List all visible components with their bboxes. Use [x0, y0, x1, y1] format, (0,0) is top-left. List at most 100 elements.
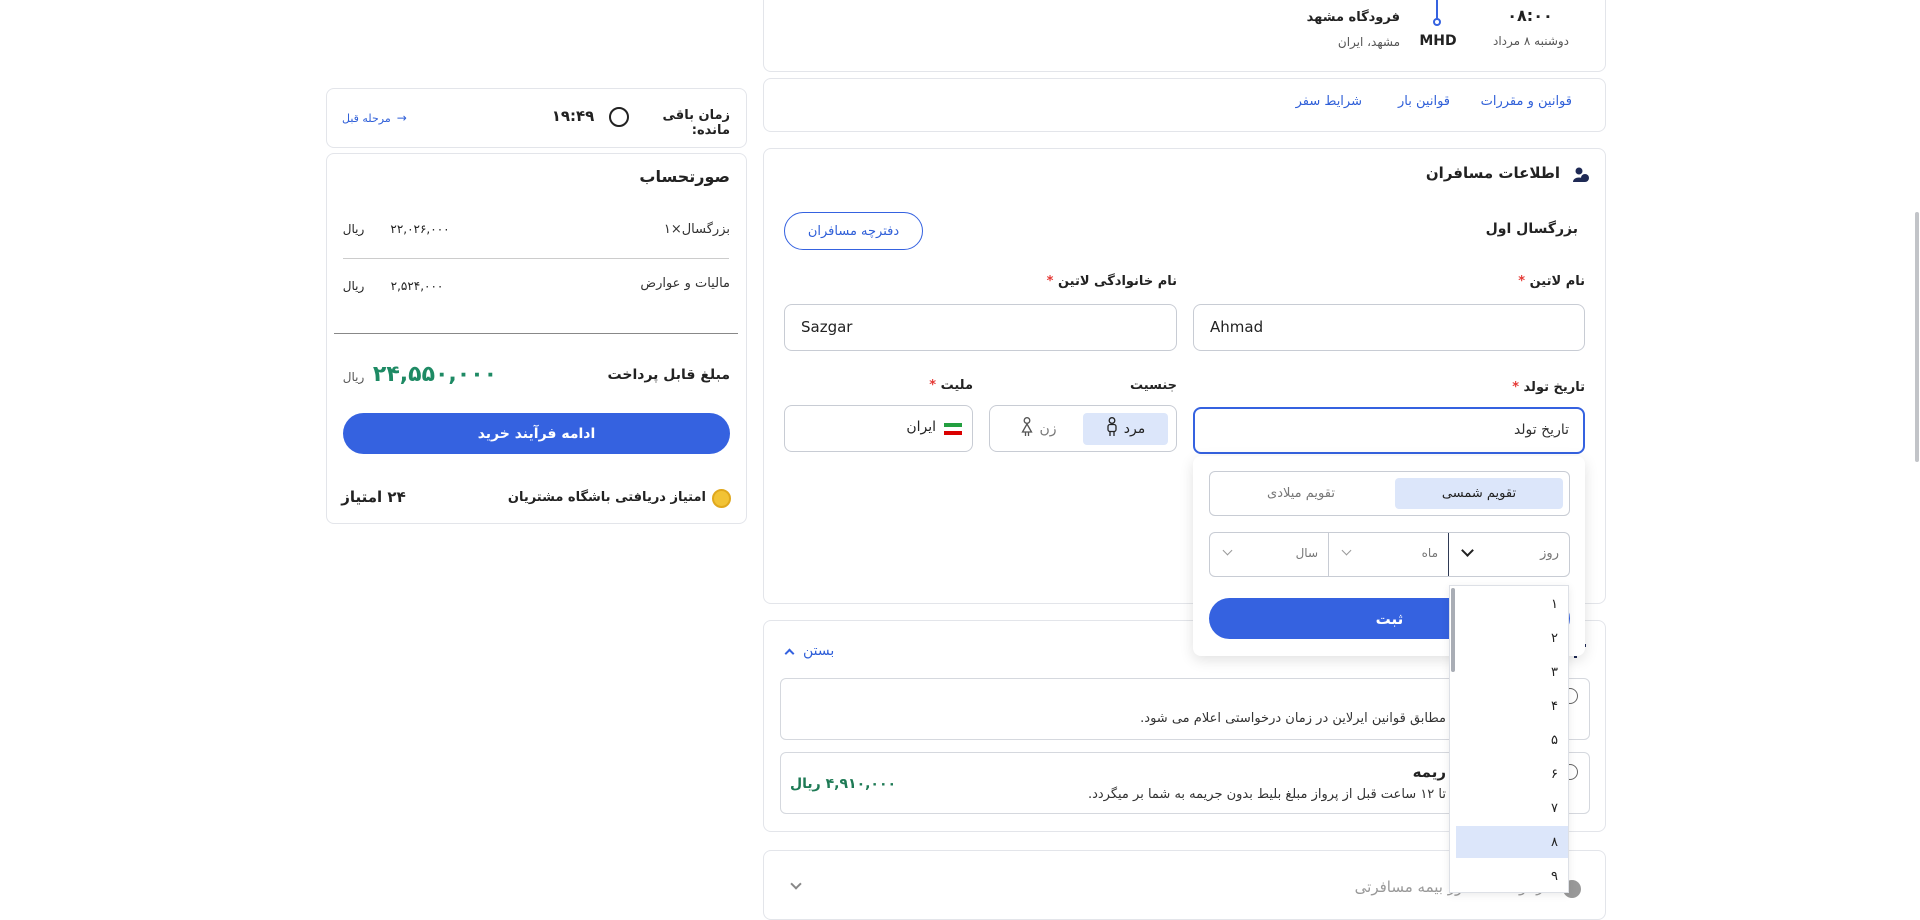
- invoice-tax-value: ۲,۵۲۴,۰۰۰: [390, 279, 444, 293]
- chevron-up-icon: [784, 648, 795, 658]
- passengers-section-title: اطلاعات مسافران: [1425, 164, 1560, 182]
- continue-purchase-button[interactable]: ادامه فرآیند خرید: [343, 413, 730, 454]
- flight-date: دوشنبه ۸ مرداد: [1492, 34, 1570, 48]
- refund-option-2-price: ۴,۹۱۰,۰۰۰ ریال: [790, 776, 897, 792]
- nationality-select[interactable]: ایران: [784, 405, 973, 452]
- first-name-value: Ahmad: [1210, 318, 1264, 336]
- birth-date-placeholder: تاریخ تولد: [1513, 422, 1569, 438]
- passenger-title: بزرگسال اول: [1485, 221, 1578, 237]
- page-scrollbar-thumb[interactable]: [1915, 212, 1919, 462]
- year-chevron-down-icon: [1222, 545, 1233, 556]
- day-option[interactable]: ۸: [1456, 826, 1568, 858]
- last-name-label: نام خانوادگی لاتین *: [1046, 274, 1177, 289]
- airport-code: MHD: [1419, 33, 1457, 49]
- male-icon: [1106, 417, 1118, 441]
- collapse-label: بستن: [803, 643, 835, 659]
- timer-value: ۱۹:۴۹: [551, 107, 595, 125]
- day-option[interactable]: ۶: [1456, 758, 1568, 790]
- refund-option-2-title: ریمه: [1412, 763, 1446, 781]
- invoice-adult-value: ۲۲,۰۲۶,۰۰۰: [390, 222, 450, 236]
- airport-name: فرودگاه مشهد: [1306, 10, 1400, 25]
- invoice-divider-2: [334, 333, 738, 334]
- nationality-label: ملیت *: [929, 378, 973, 393]
- passenger-notebook-label: دفترچه مسافران: [807, 223, 900, 239]
- birth-date-label: تاریخ تولد *: [1512, 380, 1585, 395]
- invoice-total-currency: ریال: [342, 370, 365, 384]
- invoice-adult-currency: ریال: [342, 222, 365, 236]
- year-select[interactable]: سال: [1210, 533, 1328, 576]
- day-option[interactable]: ۷: [1456, 792, 1568, 824]
- day-option-label: ۶: [1551, 766, 1558, 782]
- day-select-label: روز: [1540, 546, 1559, 561]
- nationality-value: ایران: [906, 419, 936, 435]
- tab-miladi-label: تقویم میلادی: [1267, 486, 1335, 501]
- refund-option-1-text: مطابق قوانین ایرلاین در زمان درخواستی اع…: [1140, 711, 1446, 726]
- month-select[interactable]: ماه: [1329, 533, 1448, 576]
- invoice-total-value: ۲۴,۵۵۰,۰۰۰: [372, 362, 498, 387]
- travel-conditions-link[interactable]: شرایط سفر: [1290, 94, 1362, 109]
- tab-shamsi-label: تقویم شمسی: [1441, 486, 1517, 501]
- flight-summary-card: [763, 0, 1606, 72]
- day-chevron-down-icon: [1461, 544, 1474, 557]
- route-line: [1436, 0, 1438, 20]
- day-option-label: ۳: [1551, 664, 1558, 680]
- day-option-label: ۸: [1551, 834, 1558, 850]
- invoice-adult-label: بزرگسال×۱: [663, 222, 730, 237]
- month-select-label: ماه: [1421, 546, 1438, 560]
- last-name-input[interactable]: Sazgar: [784, 304, 1177, 351]
- last-name-value: Sazgar: [801, 318, 853, 336]
- day-option[interactable]: ۵: [1456, 724, 1568, 756]
- birth-date-input[interactable]: تاریخ تولد: [1193, 407, 1585, 454]
- day-option[interactable]: ۲: [1456, 622, 1568, 654]
- passengers-icon: [1572, 166, 1590, 184]
- invoice-divider-1: [343, 258, 729, 259]
- invoice-total-label: مبلغ قابل پرداخت: [607, 367, 730, 383]
- route-dot: [1433, 18, 1441, 26]
- day-option[interactable]: ۹: [1456, 860, 1568, 892]
- day-option-label: ۷: [1551, 800, 1558, 816]
- airport-city: مشهد، ایران: [1337, 35, 1400, 49]
- year-select-label: سال: [1295, 546, 1318, 560]
- day-options-list: ۱ ۲ ۳ ۴ ۵ ۶ ۷ ۸ ۹: [1449, 585, 1569, 893]
- first-name-label: نام لاتین *: [1518, 274, 1585, 289]
- datepicker-submit-label: ثبت: [1375, 609, 1404, 628]
- gender-female-label: زن: [1039, 421, 1057, 437]
- back-step-label: مرحله قبل: [342, 111, 391, 125]
- day-option-label: ۴: [1551, 698, 1558, 714]
- timer-label: زمان باقی مانده:: [662, 108, 730, 138]
- back-step-link[interactable]: مرحله قبل →: [342, 109, 432, 127]
- day-option[interactable]: ۳: [1456, 656, 1568, 688]
- timer-clock-icon: [609, 107, 629, 127]
- gender-toggle: مرد زن: [989, 405, 1177, 452]
- first-name-input[interactable]: Ahmad: [1193, 304, 1585, 351]
- day-option-label: ۹: [1551, 868, 1558, 884]
- day-select[interactable]: روز: [1449, 533, 1569, 576]
- invoice-card: [326, 153, 747, 524]
- passenger-notebook-button[interactable]: دفترچه مسافران: [784, 212, 923, 250]
- club-points-value: ۲۴ امتیاز: [341, 488, 406, 506]
- gender-label: جنسیت: [1130, 378, 1177, 393]
- gender-female-option[interactable]: زن: [1004, 413, 1074, 445]
- gender-male-label: مرد: [1123, 421, 1146, 437]
- invoice-tax-currency: ریال: [342, 279, 365, 293]
- tab-miladi[interactable]: تقویم میلادی: [1216, 478, 1386, 509]
- invoice-title: صورتحساب: [639, 167, 730, 186]
- iran-flag-icon: [944, 423, 962, 435]
- day-option-label: ۵: [1551, 732, 1558, 748]
- arrow-right-icon: →: [396, 111, 407, 125]
- female-icon: [1021, 417, 1034, 441]
- month-chevron-down-icon: [1341, 545, 1352, 556]
- day-options-scrollbar[interactable]: [1451, 588, 1455, 672]
- day-option-label: ۲: [1551, 630, 1558, 646]
- gender-male-option[interactable]: مرد: [1083, 413, 1168, 445]
- day-option[interactable]: ۴: [1456, 690, 1568, 722]
- club-coin-icon: [712, 489, 731, 508]
- continue-purchase-label: ادامه فرآیند خرید: [477, 425, 596, 442]
- day-option[interactable]: ۱: [1456, 588, 1568, 620]
- invoice-tax-label: مالیات و عوارض: [640, 276, 730, 291]
- collapse-button[interactable]: بستن: [784, 640, 856, 662]
- flight-time: ۰۸:۰۰: [1507, 6, 1553, 25]
- tab-shamsi[interactable]: تقویم شمسی: [1395, 478, 1563, 509]
- baggage-rules-link[interactable]: قوانین بار: [1370, 94, 1450, 109]
- rules-link[interactable]: قوانین و مقررات: [1460, 94, 1572, 109]
